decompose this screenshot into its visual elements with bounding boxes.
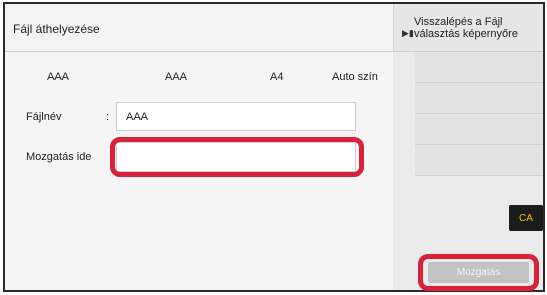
side-list-item [415,114,543,145]
info-value-4: Auto szín [332,71,378,83]
move-highlight [418,254,539,291]
dialog-frame: Fájl áthelyezése AAA AAA A4 Auto szín Fá… [3,2,545,292]
side-list-item [415,52,543,83]
info-value-3: A4 [270,71,284,83]
back-button-label: Visszalépés a Fájl választás képernyőre [414,16,518,40]
side-list-item [415,145,543,176]
filename-value: AAA [126,111,149,123]
header-bar: Fájl áthelyezése [5,4,393,52]
page-title: Fájl áthelyezése [13,22,100,36]
filename-field[interactable]: AAA [116,102,356,131]
info-value-2: AAA [165,71,188,83]
play-arrow-icon: ▶▮ [402,28,414,38]
destination-label: Mozgatás ide [26,151,92,163]
filename-colon: : [106,111,110,123]
filename-label: Fájlnév [26,111,62,123]
ca-button[interactable]: CA [509,205,543,231]
destination-highlight [110,137,364,177]
back-to-file-selection-button[interactable]: ▶▮ Visszalépés a Fájl választás képernyő… [393,4,543,52]
side-panel: ▶▮ Visszalépés a Fájl választás képernyő… [393,4,543,291]
info-value-1: AAA [47,71,70,83]
main-panel: AAA AAA A4 Auto szín Fájlnév : AAA Mozga… [5,52,393,290]
side-list-item [415,83,543,114]
